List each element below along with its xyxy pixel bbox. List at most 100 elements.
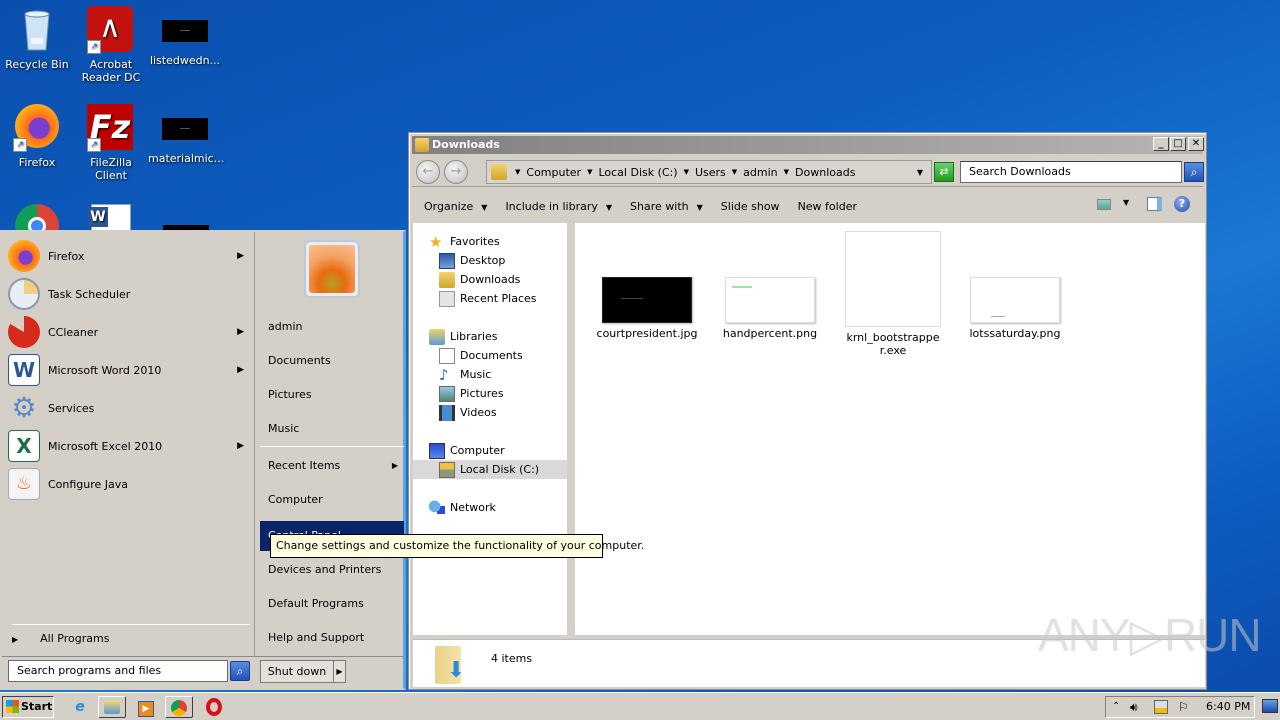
chevron-down-icon[interactable]: ▼ xyxy=(732,168,737,176)
nav-recent-places[interactable]: Recent Places xyxy=(439,289,537,308)
program-label: CCleaner xyxy=(48,325,99,339)
change-view-icon[interactable] xyxy=(1097,199,1111,210)
action-center-flag-icon[interactable]: ⚐ xyxy=(1178,697,1189,717)
shutdown-button[interactable]: Shut down xyxy=(260,660,334,683)
maximize-button[interactable]: □ xyxy=(1170,137,1186,151)
title-bar[interactable]: Downloads xyxy=(412,136,1203,154)
file-list: courtpresident.jpg handpercent.png krnl_… xyxy=(575,223,1205,635)
start-item-excel[interactable]: X Microsoft Excel 2010 ▶ xyxy=(8,428,252,464)
nav-downloads[interactable]: Downloads xyxy=(439,270,520,289)
breadcrumb-computer[interactable]: Computer xyxy=(526,166,581,179)
breadcrumb-local-disk[interactable]: Local Disk (C:) xyxy=(598,166,677,179)
start-search-input[interactable]: Search programs and files xyxy=(8,660,228,682)
show-desktop-button[interactable] xyxy=(1262,699,1278,713)
include-in-library-button[interactable]: Include in library ▼ xyxy=(505,200,612,213)
start-place-pictures[interactable]: Pictures xyxy=(260,380,404,410)
start-place-admin[interactable]: admin xyxy=(260,312,404,342)
close-button[interactable]: ✕ xyxy=(1188,137,1204,151)
file-item[interactable]: handpercent.png xyxy=(710,277,830,340)
desktop-icon-firefox[interactable]: ↗ Firefox xyxy=(0,104,74,169)
chevron-down-icon[interactable]: ▼ xyxy=(784,168,789,176)
start-menu-places: admin Documents Pictures Music Recent It… xyxy=(256,232,404,656)
start-item-services[interactable]: ⚙ Services xyxy=(8,390,252,426)
breadcrumb-admin[interactable]: admin xyxy=(743,166,777,179)
internet-explorer-icon[interactable]: e xyxy=(66,696,94,718)
file-name: krnl_bootstrapper.exe xyxy=(846,331,940,357)
start-place-devices-printers[interactable]: Devices and Printers xyxy=(260,555,404,585)
chevron-down-icon[interactable]: ▼ xyxy=(587,168,592,176)
breadcrumb-downloads[interactable]: Downloads xyxy=(795,166,855,179)
start-place-recent-items[interactable]: Recent Items ▶ xyxy=(260,451,404,481)
desktop-icon-acrobat[interactable]: ∧ ↗ Acrobat Reader DC xyxy=(74,6,148,84)
start-search-button[interactable]: ⌕ xyxy=(230,661,250,681)
start-place-computer[interactable]: Computer xyxy=(260,485,404,515)
nav-videos[interactable]: Videos xyxy=(439,403,497,422)
start-place-documents[interactable]: Documents xyxy=(260,346,404,376)
refresh-button[interactable]: ⇄ xyxy=(934,162,954,182)
nav-label: Libraries xyxy=(450,330,498,343)
nav-music[interactable]: ♪ Music xyxy=(439,365,491,384)
breadcrumb-users[interactable]: Users xyxy=(695,166,726,179)
search-input[interactable]: Search Downloads xyxy=(960,161,1182,183)
view-options-dropdown[interactable]: ▼ xyxy=(1123,198,1129,207)
nav-documents[interactable]: Documents xyxy=(439,346,523,365)
start-place-help-support[interactable]: Help and Support xyxy=(260,623,404,653)
help-icon[interactable]: ? xyxy=(1174,196,1190,212)
chevron-down-icon[interactable]: ▼ xyxy=(684,168,689,176)
volume-icon[interactable]: 🔊︎ xyxy=(1130,697,1138,717)
address-bar[interactable]: ▼ Computer ▼ Local Disk (C:) ▼ Users ▼ a… xyxy=(486,160,932,184)
address-history-dropdown[interactable]: ▼ xyxy=(917,168,923,177)
desktop-icon-listedwedn[interactable]: listedwedn... xyxy=(148,6,222,67)
file-item[interactable]: krnl_bootstrapper.exe xyxy=(833,231,953,357)
chrome-taskbar-button[interactable] xyxy=(165,696,193,718)
show-hidden-icons-button[interactable]: ⌃ xyxy=(1112,697,1120,717)
desktop-icon-filezilla[interactable]: Fz ↗ FileZilla Client xyxy=(74,104,148,182)
file-thumbnail-icon xyxy=(162,118,208,140)
back-button[interactable]: ← xyxy=(416,160,440,184)
start-item-configure-java[interactable]: ♨ Configure Java xyxy=(8,466,252,502)
network-warning-icon[interactable] xyxy=(1154,700,1168,714)
share-with-label: Share with xyxy=(630,199,689,213)
organize-button[interactable]: Organize ▼ xyxy=(424,200,487,213)
nav-local-disk[interactable]: Local Disk (C:) xyxy=(413,460,567,479)
start-place-default-programs[interactable]: Default Programs xyxy=(260,589,404,619)
start-place-music[interactable]: Music xyxy=(260,414,404,444)
nav-pictures[interactable]: Pictures xyxy=(439,384,504,403)
pictures-icon xyxy=(439,385,455,402)
desktop-icon-label: Recycle Bin xyxy=(5,58,69,71)
search-button[interactable]: ⌕ xyxy=(1184,162,1204,182)
file-item[interactable]: lotssaturday.png xyxy=(955,277,1075,340)
nav-network[interactable]: Network xyxy=(429,498,496,517)
share-with-button[interactable]: Share with ▼ xyxy=(630,200,703,213)
shutdown-options-button[interactable]: ▶ xyxy=(333,660,346,683)
minimize-button[interactable]: _ xyxy=(1153,137,1169,151)
preview-pane-icon[interactable] xyxy=(1147,197,1162,211)
downloads-folder-icon xyxy=(439,271,455,288)
slide-show-button[interactable]: Slide show xyxy=(721,200,780,213)
desktop-icon-recycle-bin[interactable]: Recycle Bin xyxy=(0,6,74,71)
nav-favorites[interactable]: ★ Favorites xyxy=(429,232,500,251)
start-item-task-scheduler[interactable]: Task Scheduler xyxy=(8,276,252,312)
nav-desktop[interactable]: Desktop xyxy=(439,251,505,270)
firefox-icon xyxy=(8,240,40,272)
start-item-firefox[interactable]: Firefox ▶ xyxy=(8,238,252,274)
media-player-icon[interactable]: ▶ xyxy=(132,696,160,718)
start-item-ccleaner[interactable]: CCleaner ▶ xyxy=(8,314,252,350)
file-item[interactable]: courtpresident.jpg xyxy=(587,277,707,340)
start-button[interactable]: Start xyxy=(2,696,54,718)
nav-computer[interactable]: Computer xyxy=(429,441,505,460)
new-folder-button[interactable]: New folder xyxy=(798,200,857,213)
desktop-icon-materialmic[interactable]: materialmic... xyxy=(148,104,224,165)
windows-explorer-taskbar-button[interactable] xyxy=(98,696,126,718)
start-item-word[interactable]: W Microsoft Word 2010 ▶ xyxy=(8,352,252,388)
ccleaner-icon xyxy=(8,316,40,348)
all-programs-button[interactable]: ▶ All Programs xyxy=(12,632,109,645)
organize-label: Organize xyxy=(424,199,474,213)
all-programs-label: All Programs xyxy=(40,632,110,645)
nav-libraries[interactable]: Libraries xyxy=(429,327,498,346)
user-avatar[interactable] xyxy=(304,240,360,298)
chevron-down-icon[interactable]: ▼ xyxy=(515,168,520,176)
clock[interactable]: 6:40 PM xyxy=(1206,697,1250,717)
forward-button[interactable]: → xyxy=(444,160,468,184)
opera-icon[interactable] xyxy=(200,696,228,718)
